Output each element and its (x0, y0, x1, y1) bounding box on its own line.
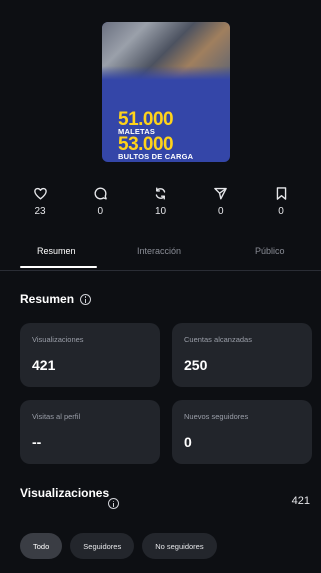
reposts-count: 10 (154, 206, 167, 217)
views-info-icon[interactable] (108, 498, 119, 509)
accounts-reached-card[interactable]: Cuentas alcanzadas 250 (172, 323, 312, 387)
heart-icon (33, 187, 47, 200)
thumbnail-caption-2: BULTOS DE CARGA (118, 152, 194, 161)
active-tab-indicator (20, 266, 97, 268)
views-total: 421 (291, 495, 310, 507)
send-icon (214, 187, 228, 200)
summary-heading: Resumen (20, 292, 92, 306)
thumbnail-photo (102, 22, 230, 80)
likes-count: 23 (34, 206, 46, 217)
post-thumbnail[interactable]: 51.000 MALETAS 53.000 BULTOS DE CARGA (102, 22, 230, 162)
tabs-divider (0, 270, 321, 271)
reposts-stat: 10 (139, 186, 183, 217)
engagement-stats: 23 0 10 0 0 (18, 186, 303, 217)
summary-title: Resumen (20, 292, 75, 306)
saves-count: 0 (278, 206, 284, 217)
tab-resumen[interactable]: Resumen (37, 246, 76, 256)
filter-chip-all[interactable]: Todo (20, 533, 63, 559)
profile-visits-label: Visitas al perfil (32, 412, 81, 421)
new-followers-value: 0 (184, 434, 192, 450)
views-filter-chips: Todo Seguidores No seguidores (20, 533, 217, 559)
accounts-reached-value: 250 (184, 357, 208, 373)
profile-visits-card[interactable]: Visitas al perfil -- (20, 400, 160, 464)
views-section-title: Visualizaciones (20, 486, 110, 500)
saves-stat: 0 (259, 186, 303, 217)
tab-interaccion[interactable]: Interacción (137, 246, 181, 256)
bookmark-icon (276, 187, 286, 200)
views-card-label: Visualizaciones (32, 335, 84, 344)
accounts-reached-label: Cuentas alcanzadas (184, 335, 252, 344)
views-card[interactable]: Visualizaciones 421 (20, 323, 160, 387)
filter-chip-non-followers[interactable]: No seguidores (142, 533, 217, 559)
shares-count: 0 (217, 206, 224, 217)
repost-icon (155, 187, 166, 200)
info-icon[interactable] (80, 293, 92, 305)
filter-chip-followers[interactable]: Seguidores (70, 533, 135, 559)
tab-publico[interactable]: Público (255, 246, 285, 256)
profile-visits-value: -- (32, 434, 42, 450)
likes-stat: 23 (18, 186, 62, 217)
comments-stat: 0 (78, 186, 122, 217)
views-card-value: 421 (32, 357, 56, 373)
comment-icon (94, 187, 107, 200)
shares-stat: 0 (199, 186, 243, 217)
new-followers-card[interactable]: Nuevos seguidores 0 (172, 400, 312, 464)
new-followers-label: Nuevos seguidores (184, 412, 249, 421)
comments-count: 0 (97, 206, 104, 217)
